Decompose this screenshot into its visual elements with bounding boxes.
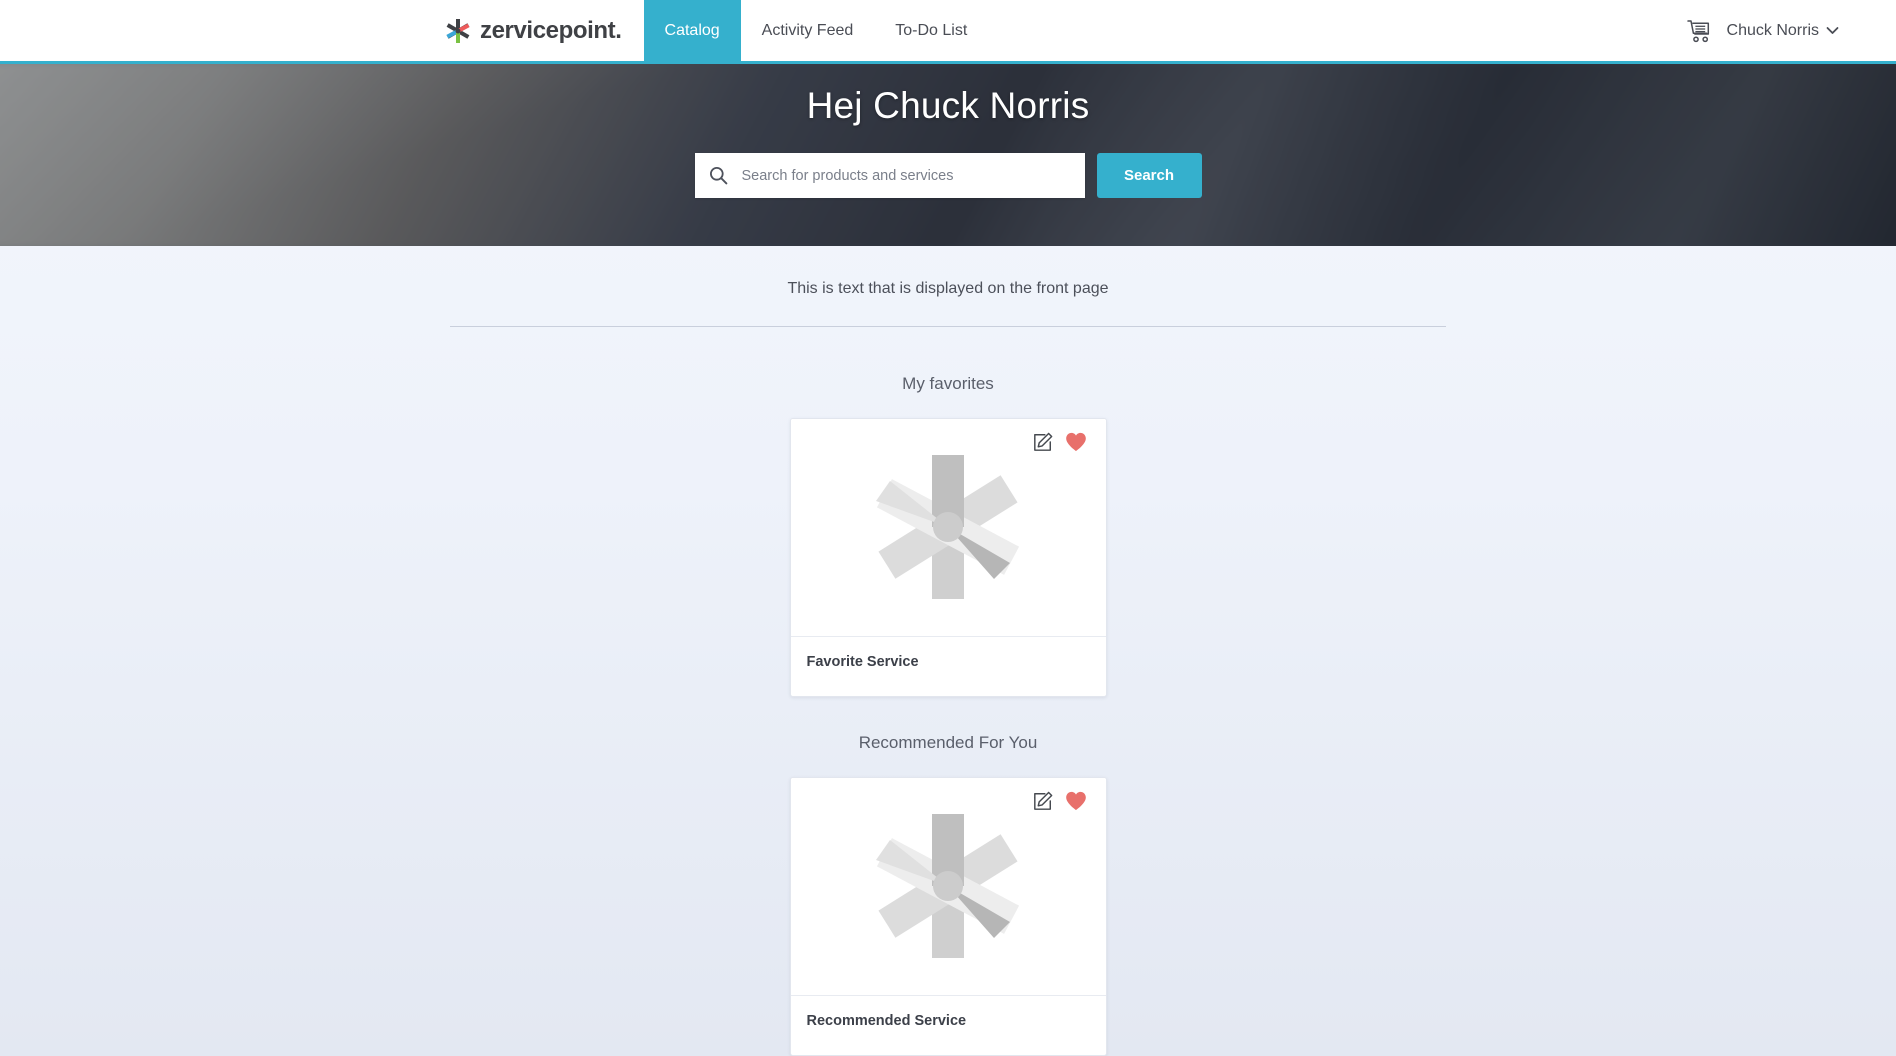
search-icon [709,167,727,185]
brand-logo[interactable]: zervicepoint. [445,0,644,61]
search-field-wrapper[interactable] [694,153,1085,198]
favorite-heart-button-recommended[interactable] [1065,791,1087,811]
search-button[interactable]: Search [1096,153,1202,198]
user-menu[interactable]: Chuck Norris [1727,22,1839,40]
hero-banner: Hej Chuck Norris Search [0,61,1896,246]
shopping-cart-icon [1686,19,1709,42]
brand-name: zervicepoint. [480,16,622,44]
nav-tab-activity-feed[interactable]: Activity Feed [741,0,875,61]
nav-tab-catalog[interactable]: Catalog [643,0,741,61]
service-card-media-favorite [790,419,1106,637]
front-page-text-block: This is text that is displayed on the fr… [0,246,1896,327]
service-placeholder-pinwheel-icon [876,814,1020,958]
nav-right-group: Chuck Norris [1682,0,1839,61]
service-card-body-recommended: Recommended Service [791,996,1106,1055]
front-page-text: This is text that is displayed on the fr… [787,280,1109,297]
service-card-media-recommended [790,778,1106,996]
edit-service-button-recommended[interactable] [1033,791,1053,811]
edit-service-button-favorite[interactable] [1033,432,1053,452]
service-card-title-favorite: Favorite Service [806,654,919,670]
section-title-my-favorites: My favorites [902,374,994,393]
nav-center-group: zervicepoint. Catalog Activity Feed To-D… [445,0,988,61]
service-placeholder-pinwheel-icon [876,455,1020,599]
service-card-actions-favorite [1033,432,1087,452]
nav-tab-todo-list[interactable]: To-Do List [874,0,988,61]
hero-content: Hej Chuck Norris Search [0,64,1896,246]
edit-pencil-icon [1033,432,1052,451]
service-card-body-favorite: Favorite Service [791,637,1106,696]
service-card-actions-recommended [1033,791,1087,811]
nav-tab-todo-list-label: To-Do List [895,21,968,39]
favorite-heart-button-favorite[interactable] [1065,432,1087,452]
section-title-recommended: Recommended For You [858,733,1038,752]
section-divider [450,326,1446,327]
hero-greeting-title: Hej Chuck Norris [806,85,1090,126]
section-my-favorites: My favorites Favorite Service [0,374,1896,697]
user-menu-name: Chuck Norris [1726,21,1819,39]
top-navigation-bar: zervicepoint. Catalog Activity Feed To-D… [0,0,1896,61]
nav-tab-activity-feed-label: Activity Feed [761,21,854,39]
service-card-title-recommended: Recommended Service [806,1013,967,1029]
heart-filled-icon [1065,432,1086,452]
heart-filled-icon [1065,791,1086,811]
hero-search-bar: Search [694,153,1202,198]
shopping-cart-button[interactable] [1682,14,1717,48]
nav-tab-catalog-label: Catalog [664,21,720,39]
section-recommended-for-you: Recommended For You Recommended Service [0,733,1896,1056]
nav-tabs: Catalog Activity Feed To-Do List [643,0,989,61]
service-card-recommended[interactable]: Recommended Service [789,777,1107,1056]
zervicepoint-asterisk-logo-icon [446,18,470,43]
chevron-down-icon [1826,27,1839,34]
edit-pencil-icon [1033,791,1052,810]
search-input[interactable] [739,166,1071,185]
service-card-favorite[interactable]: Favorite Service [789,418,1107,697]
